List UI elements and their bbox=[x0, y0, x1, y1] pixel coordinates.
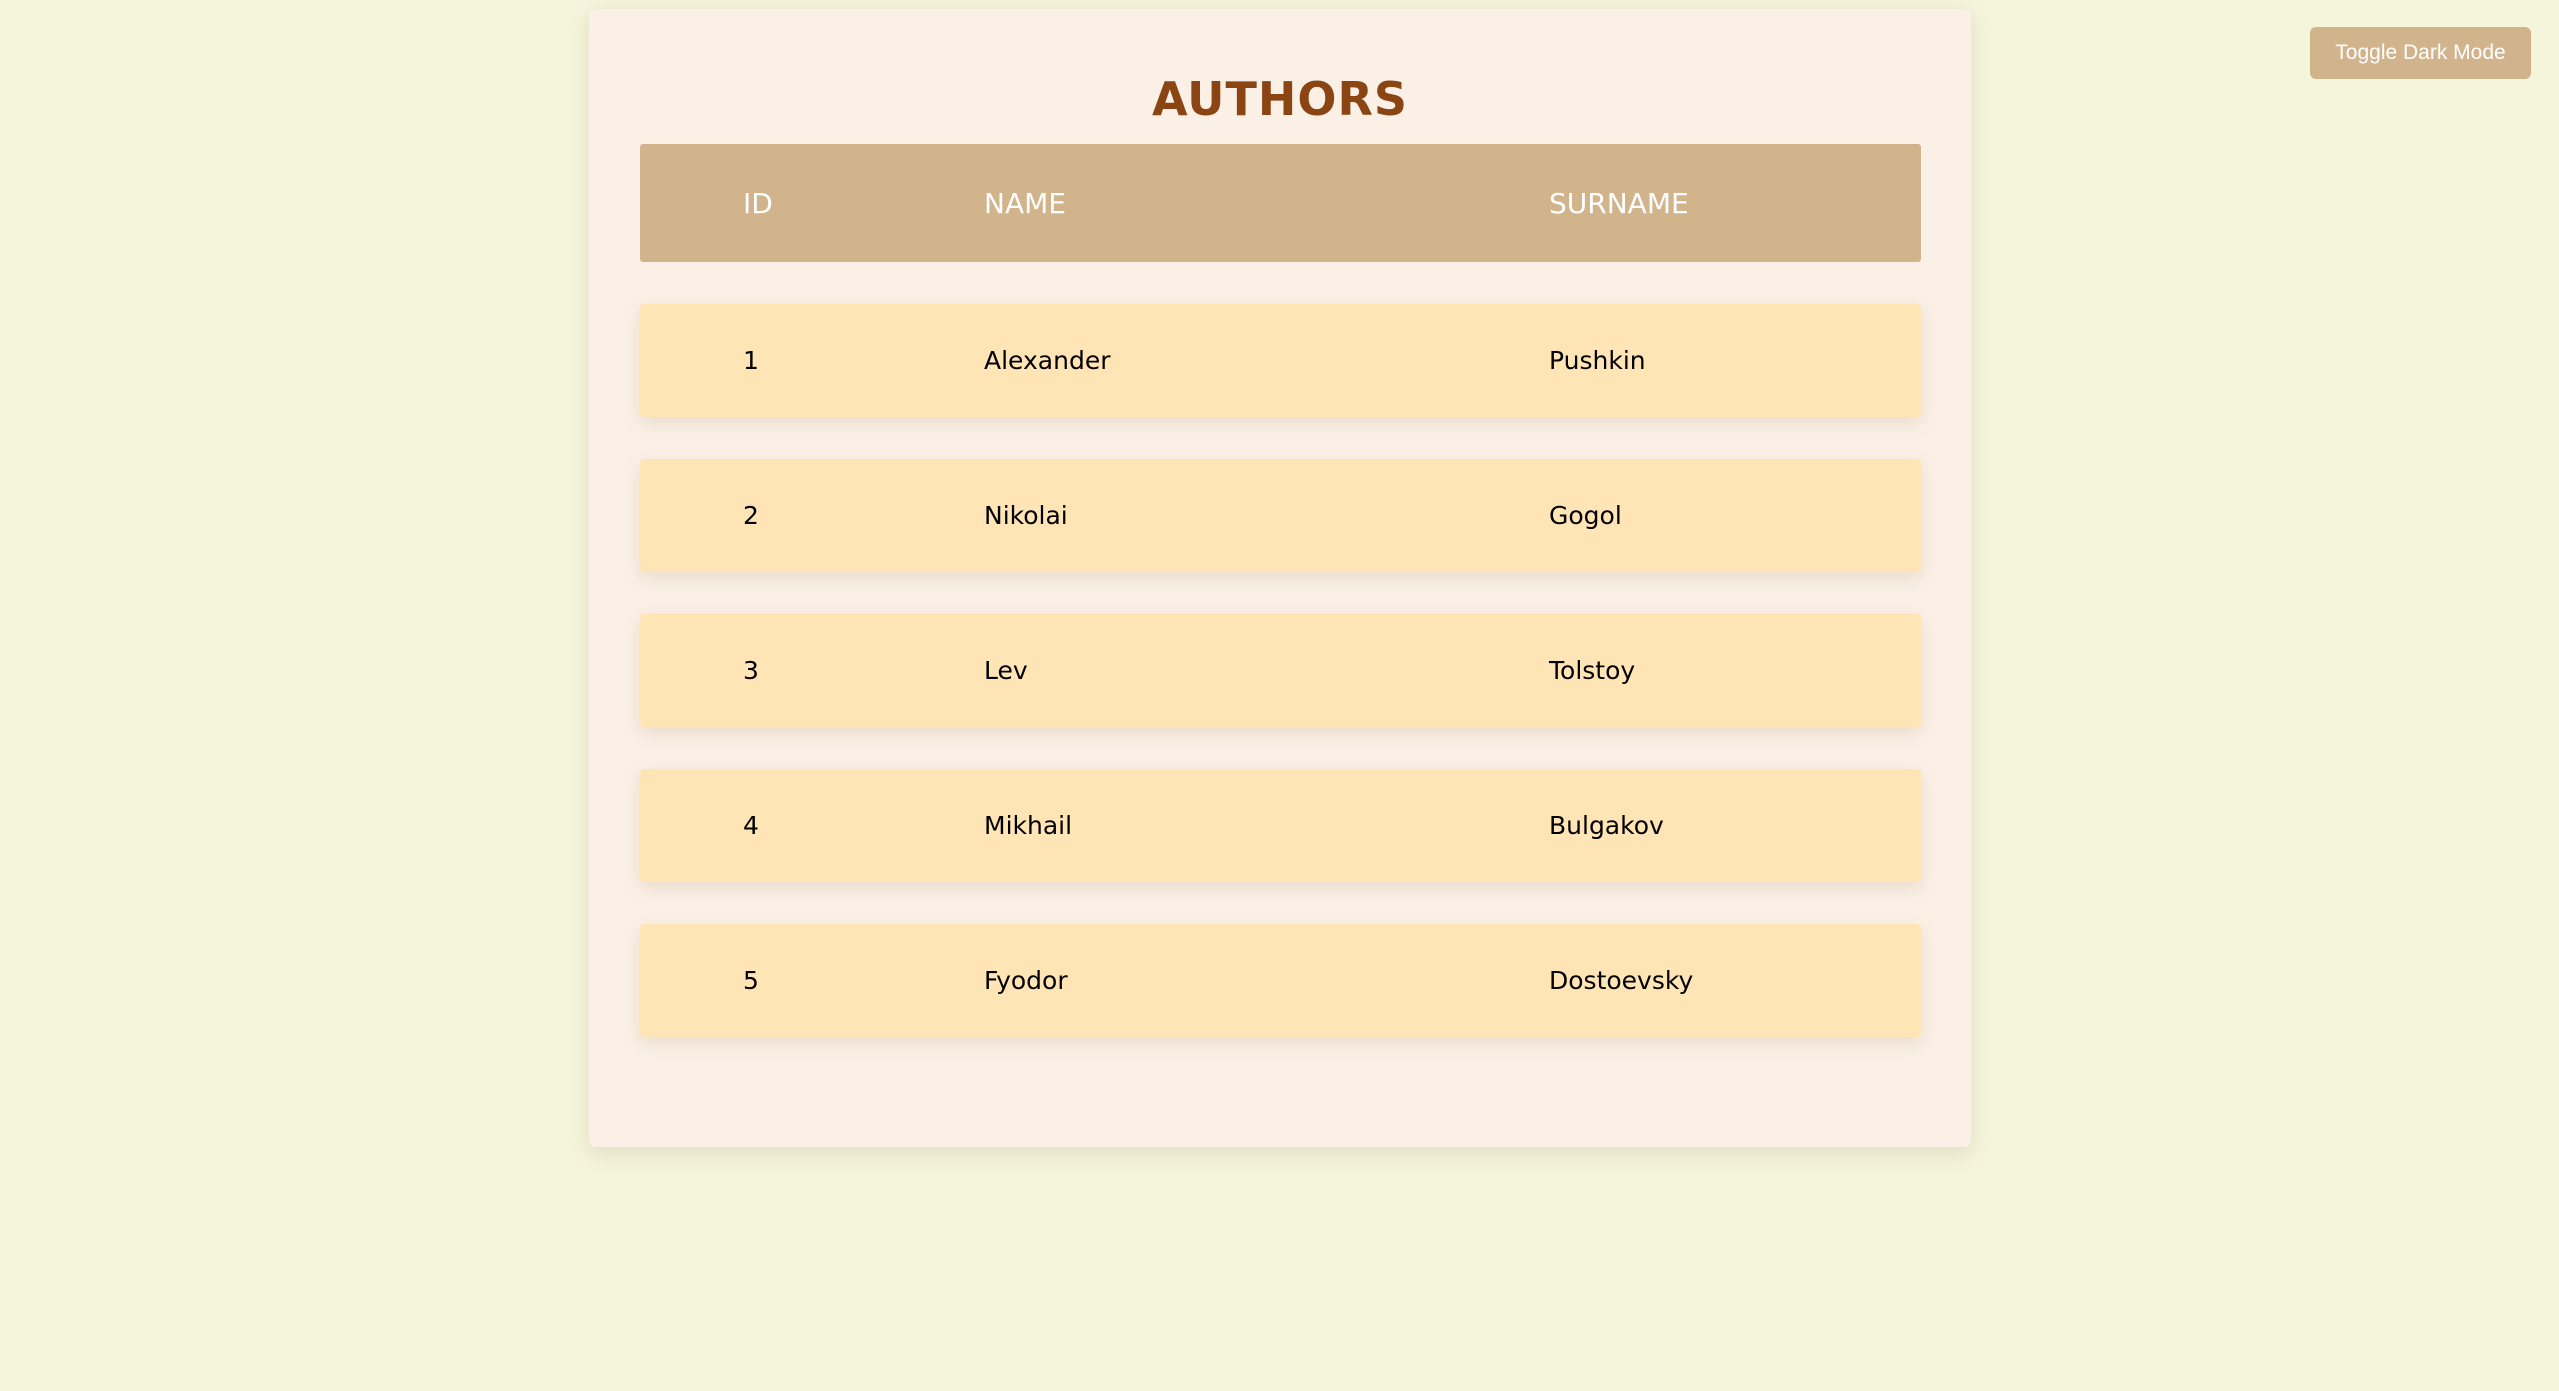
table-header-row: ID NAME SURNAME bbox=[640, 144, 1921, 262]
page-title: AUTHORS bbox=[1151, 72, 1409, 126]
cell-surname: Dostoevsky bbox=[1549, 966, 1694, 995]
cell-id: 1 bbox=[743, 346, 759, 375]
cell-name: Alexander bbox=[984, 346, 1111, 375]
table-row: 5 Fyodor Dostoevsky bbox=[640, 924, 1921, 1037]
cell-name: Fyodor bbox=[984, 966, 1068, 995]
table-row: 4 Mikhail Bulgakov bbox=[640, 769, 1921, 882]
cell-surname: Bulgakov bbox=[1549, 811, 1664, 840]
table-body: 1 Alexander Pushkin 2 Nikolai Gogol 3 Le… bbox=[640, 304, 1921, 1037]
cell-id: 5 bbox=[743, 966, 759, 995]
cell-surname: Pushkin bbox=[1549, 346, 1646, 375]
table-row: 1 Alexander Pushkin bbox=[640, 304, 1921, 417]
cell-id: 2 bbox=[743, 501, 759, 530]
table-row: 3 Lev Tolstoy bbox=[640, 614, 1921, 727]
cell-id: 3 bbox=[743, 656, 759, 685]
cell-name: Lev bbox=[984, 656, 1028, 685]
cell-surname: Gogol bbox=[1549, 501, 1622, 530]
table-row: 2 Nikolai Gogol bbox=[640, 459, 1921, 572]
cell-name: Mikhail bbox=[984, 811, 1073, 840]
column-header-id: ID bbox=[743, 186, 773, 220]
authors-panel: AUTHORS ID NAME SURNAME 1 Alexander Push… bbox=[589, 9, 1971, 1147]
cell-surname: Tolstoy bbox=[1549, 656, 1636, 685]
toggle-dark-mode-button[interactable]: Toggle Dark Mode bbox=[2310, 27, 2531, 79]
cell-id: 4 bbox=[743, 811, 759, 840]
cell-name: Nikolai bbox=[984, 501, 1068, 530]
column-header-surname: SURNAME bbox=[1549, 186, 1689, 220]
column-header-name: NAME bbox=[984, 186, 1066, 220]
authors-table: ID NAME SURNAME 1 Alexander Pushkin 2 Ni… bbox=[640, 144, 1921, 1037]
